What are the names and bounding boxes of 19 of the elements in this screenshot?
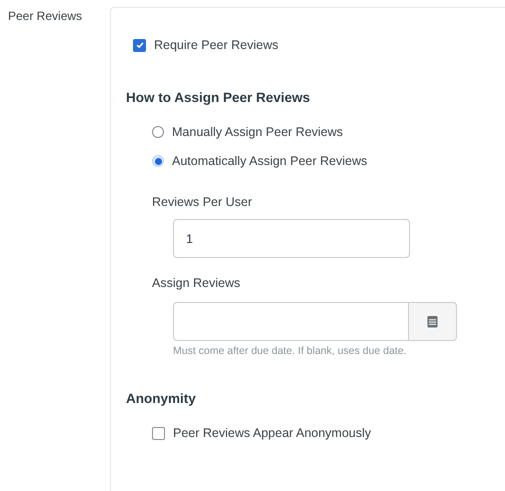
- date-field[interactable]: [173, 302, 408, 341]
- field-label: Reviews Per User: [152, 195, 254, 209]
- checkbox[interactable]: [152, 426, 165, 440]
- radio-button[interactable]: [152, 155, 164, 167]
- hint-text: Must come after due date. If blank, uses due date.: [173, 345, 408, 357]
- section-heading: How to Assign Peer Reviews: [126, 90, 312, 105]
- calendar-button[interactable]: [408, 302, 457, 341]
- radio-label: Manually Assign Peer Reviews: [172, 125, 343, 139]
- radio-label: Automatically Assign Peer Reviews: [172, 154, 368, 168]
- checkbox-label: Require Peer Reviews: [154, 38, 278, 52]
- check-icon: [134, 40, 144, 50]
- calendar-icon: [427, 315, 438, 328]
- radio-button[interactable]: [152, 126, 164, 138]
- section-heading: Anonymity: [126, 391, 197, 406]
- field-label: Assign Reviews: [152, 276, 242, 290]
- checkbox[interactable]: [133, 38, 146, 52]
- section-label: Peer Reviews: [7, 8, 84, 23]
- input-field[interactable]: 1: [173, 219, 410, 258]
- checkbox-label: Peer Reviews Appear Anonymously: [173, 426, 372, 440]
